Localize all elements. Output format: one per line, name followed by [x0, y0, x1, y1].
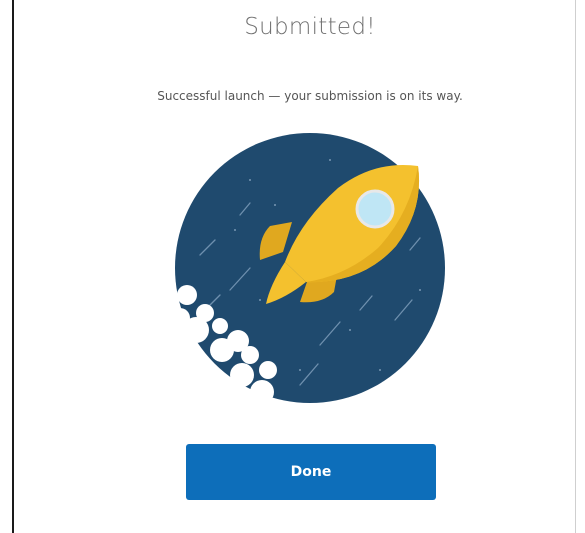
- rocket-window: [355, 189, 395, 229]
- dialog-left-edge: [12, 0, 14, 533]
- submission-dialog: Submitted! Successful launch — your subm…: [0, 0, 585, 533]
- dialog-right-edge: [575, 0, 576, 533]
- dialog-message: Successful launch — your submission is o…: [157, 89, 463, 103]
- done-button[interactable]: Done: [186, 444, 436, 500]
- rocket-launch-icon: [170, 133, 445, 404]
- dialog-title: Submitted!: [244, 14, 376, 40]
